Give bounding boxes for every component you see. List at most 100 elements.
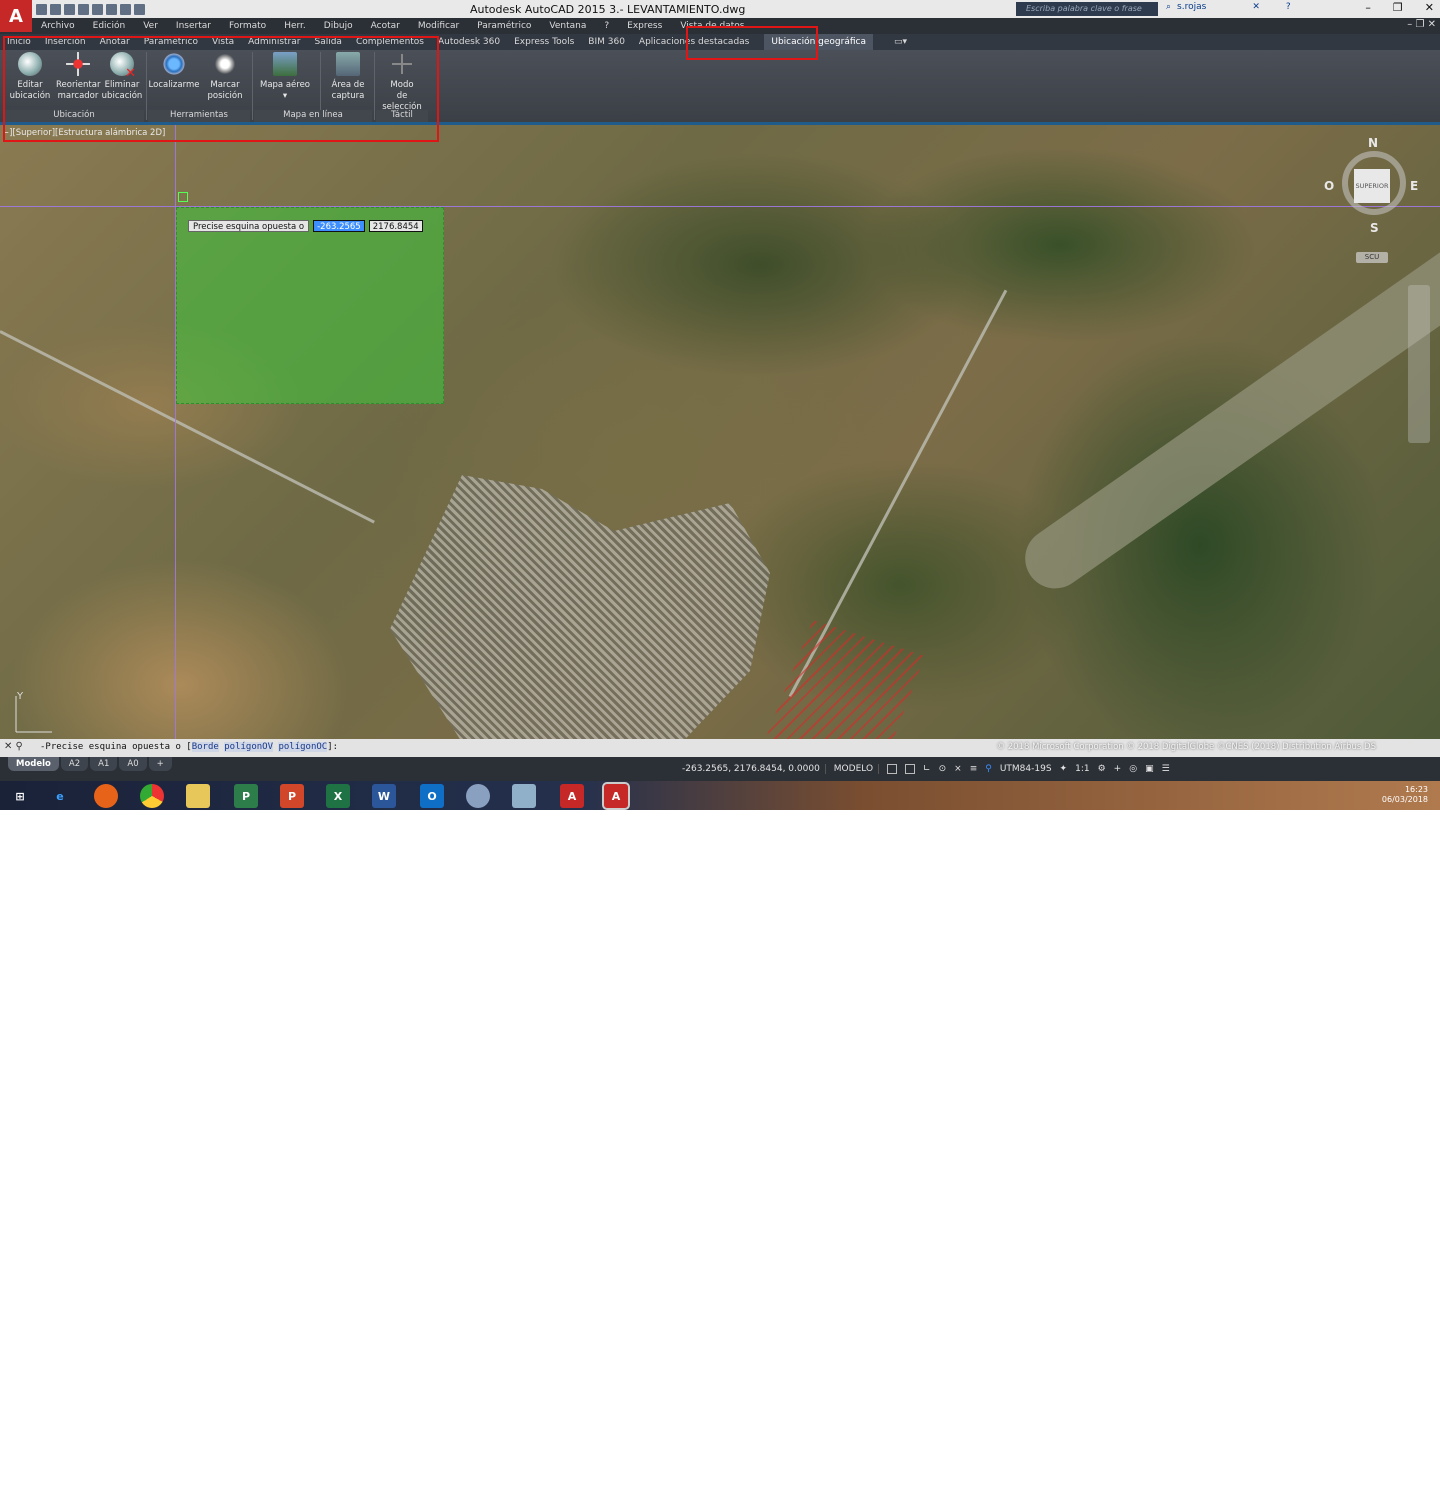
notepad-icon[interactable]	[512, 784, 536, 808]
drawing-viewport[interactable]: Precise esquina opuesta o -263.2565 2176…	[0, 125, 1440, 739]
print-icon[interactable]	[92, 3, 103, 15]
menu-herr[interactable]: Herr.	[275, 18, 315, 34]
cursor-coordinates[interactable]: -263.2565, 2176.8454, 0.0000	[676, 764, 826, 774]
fullscreen-icon[interactable]: ▣	[1145, 764, 1154, 774]
file-explorer-icon[interactable]	[186, 784, 210, 808]
autocad-active-taskbar-icon[interactable]: A	[602, 782, 630, 810]
new-icon[interactable]	[36, 3, 47, 15]
system-tray: 16:23 06/03/2018	[1382, 785, 1428, 805]
minimize-icon[interactable]: –	[1365, 1, 1371, 14]
save-icon[interactable]	[64, 3, 75, 15]
drawing-window-controls[interactable]: – ❐ ✕	[1407, 19, 1436, 30]
ucs-menu-button[interactable]: SCU	[1356, 252, 1388, 263]
compass-east[interactable]: E	[1410, 179, 1418, 193]
snap-icon[interactable]	[905, 764, 916, 774]
ribbon-minimize-icon[interactable]: ▭▾	[887, 34, 914, 50]
annotation-highlight-ribbon	[3, 36, 439, 142]
tab-modelo[interactable]: Modelo	[8, 757, 59, 771]
outlook-icon[interactable]: O	[420, 784, 444, 808]
autocad-logo: A	[9, 5, 23, 27]
compass-south[interactable]: S	[1370, 221, 1379, 235]
navigation-bar[interactable]	[1408, 285, 1430, 443]
option-poligonov[interactable]: polígonOV	[224, 742, 274, 752]
tab-express-tools[interactable]: Express Tools	[507, 34, 581, 50]
compass-north[interactable]: N	[1368, 136, 1378, 150]
windows-start-icon[interactable]: ⊞	[8, 784, 32, 808]
annotation-visibility-icon[interactable]: ✦	[1060, 764, 1068, 774]
clock-time[interactable]: 16:23	[1382, 785, 1428, 795]
menu-modificar[interactable]: Modificar	[409, 18, 468, 34]
restore-icon[interactable]: ❐	[1393, 1, 1403, 14]
osnap-icon[interactable]: ⨯	[954, 764, 962, 774]
customize-icon[interactable]	[134, 3, 145, 15]
help-icon[interactable]: ?	[1286, 2, 1291, 12]
workspace-gear-icon[interactable]: ⚙	[1098, 764, 1106, 774]
menu-express[interactable]: Express	[618, 18, 671, 34]
viewcube[interactable]: SUPERIOR N S E O	[1324, 136, 1422, 235]
open-icon[interactable]	[50, 3, 61, 15]
polar-icon[interactable]: ⊙	[939, 764, 947, 774]
excel-icon[interactable]: X	[326, 784, 350, 808]
location-pin-icon[interactable]: ⚲	[985, 764, 992, 774]
menu-insertar[interactable]: Insertar	[167, 18, 220, 34]
window-title: Autodesk AutoCAD 2015 3.- LEVANTAMIENTO.…	[470, 3, 746, 16]
clock-date[interactable]: 06/03/2018	[1382, 795, 1428, 805]
save-as-icon[interactable]	[78, 3, 89, 15]
search-input[interactable]: Escriba palabra clave o frase	[1016, 2, 1158, 16]
tab-a2[interactable]: A2	[60, 757, 89, 771]
exchange-icon[interactable]: ✕	[1252, 2, 1260, 12]
annotation-highlight-tab	[686, 26, 818, 60]
redo-icon[interactable]	[120, 3, 131, 15]
tab-a1[interactable]: A1	[90, 757, 118, 771]
close-icon[interactable]: ✕	[1425, 1, 1434, 14]
quick-access-toolbar	[36, 2, 145, 16]
paint-icon[interactable]	[466, 784, 490, 808]
menu-acotar[interactable]: Acotar	[362, 18, 409, 34]
powerpoint-icon[interactable]: P	[280, 784, 304, 808]
undo-icon[interactable]	[106, 3, 117, 15]
x-coordinate-input[interactable]: -263.2565	[313, 220, 365, 232]
user-account[interactable]: ⌕ s.rojas ✕ ?	[1166, 2, 1291, 12]
menu-ventana[interactable]: Ventana	[540, 18, 595, 34]
isolate-objects-icon[interactable]: ◎	[1129, 764, 1137, 774]
user-name[interactable]: s.rojas	[1177, 2, 1206, 12]
grid-icon[interactable]	[887, 764, 898, 774]
option-borde[interactable]: Borde	[191, 742, 219, 752]
ucs-icon: Y	[15, 691, 52, 733]
model-space-toggle[interactable]: MODELO	[834, 764, 880, 774]
close-command-line-icon[interactable]: ✕ ⚲	[4, 741, 23, 752]
menu-parametrico[interactable]: Paramétrico	[468, 18, 540, 34]
word-icon[interactable]: W	[372, 784, 396, 808]
chrome-icon[interactable]	[140, 784, 164, 808]
menu-edicion[interactable]: Edición	[84, 18, 135, 34]
customize-menu-icon[interactable]: ☰	[1162, 764, 1170, 774]
map-copyright: © 2018 Microsoft Corporation © 2018 Digi…	[996, 742, 1376, 752]
menu-formato[interactable]: Formato	[220, 18, 275, 34]
autocad-taskbar-icon[interactable]: A	[560, 784, 584, 808]
binoculars-icon[interactable]: ⌕	[1166, 2, 1171, 12]
tab-a0[interactable]: A0	[119, 757, 147, 771]
project-icon[interactable]: P	[234, 784, 258, 808]
tab-autodesk-360[interactable]: Autodesk 360	[431, 34, 507, 50]
menu-help[interactable]: ?	[595, 18, 618, 34]
compass-west[interactable]: O	[1324, 179, 1334, 193]
y-coordinate-input[interactable]: 2176.8454	[368, 220, 423, 232]
annotation-scale[interactable]: 1:1	[1075, 764, 1089, 774]
tab-add-layout[interactable]: +	[148, 757, 172, 771]
command-line[interactable]: ✕ ⚲ -Precise esquina opuesta o [Borde po…	[0, 739, 1440, 757]
ortho-icon[interactable]: ∟	[923, 764, 931, 774]
menu-archivo[interactable]: Archivo	[32, 18, 84, 34]
coordinate-system[interactable]: UTM84-19S	[1000, 764, 1052, 774]
tab-bim-360[interactable]: BIM 360	[581, 34, 632, 50]
firefox-icon[interactable]	[94, 784, 118, 808]
internet-explorer-icon[interactable]: e	[48, 784, 72, 808]
town-image	[390, 475, 770, 739]
option-poligonoc[interactable]: polígonOC	[278, 742, 328, 752]
application-menu-button[interactable]: A	[0, 0, 32, 32]
lineweight-icon[interactable]: ≡	[970, 764, 978, 774]
viewcube-face[interactable]: SUPERIOR	[1354, 169, 1390, 203]
menu-dibujo[interactable]: Dibujo	[315, 18, 362, 34]
ucs-y-label: Y	[16, 691, 24, 702]
plus-icon[interactable]: +	[1114, 764, 1122, 774]
menu-ver[interactable]: Ver	[134, 18, 167, 34]
